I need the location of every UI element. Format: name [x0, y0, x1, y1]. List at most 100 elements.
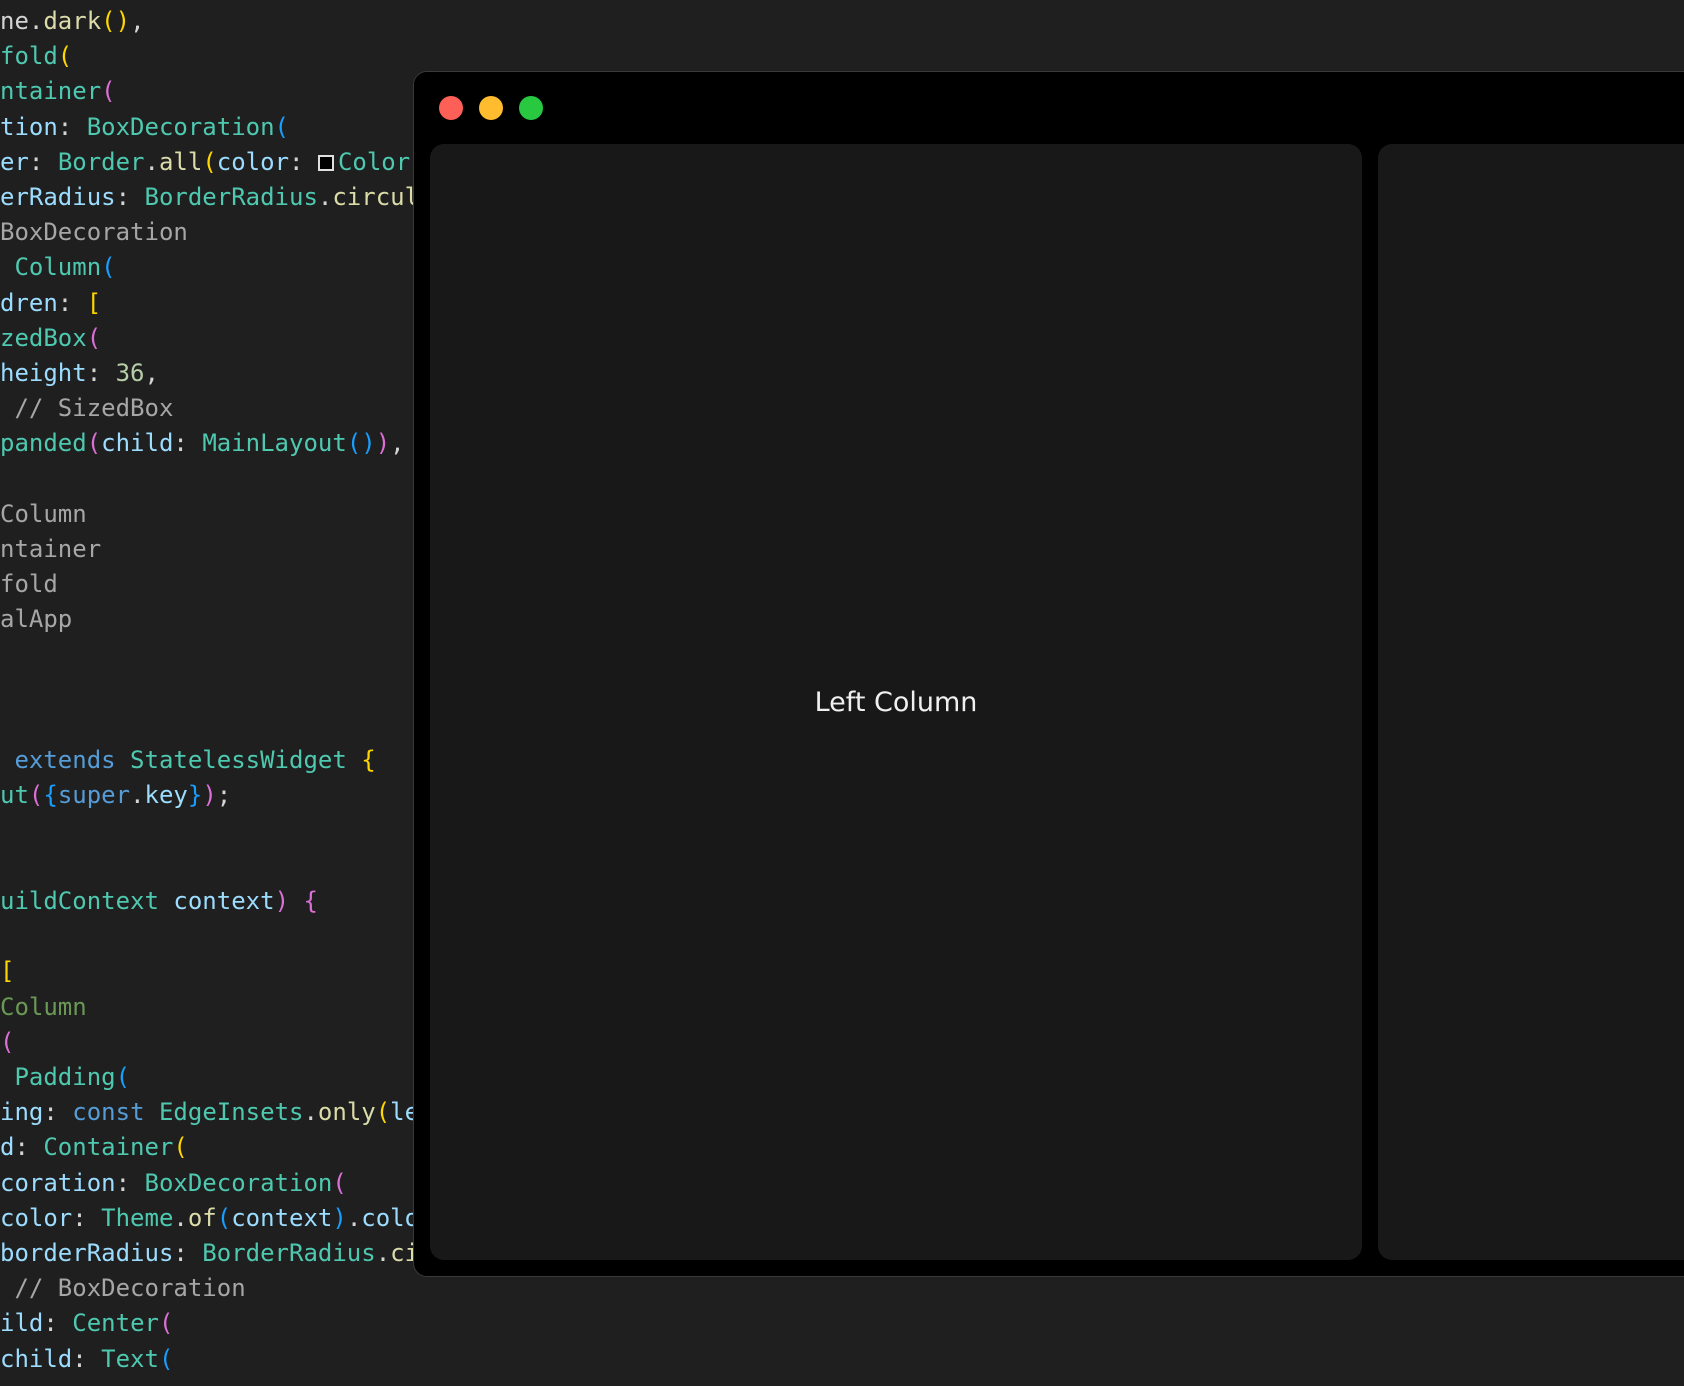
code-token: ()	[346, 429, 376, 458]
code-line: Column(	[0, 249, 116, 285]
code-line: tion: BoxDecoration(	[0, 109, 289, 145]
code-token: (	[57, 42, 73, 71]
code-token: dark	[43, 7, 102, 35]
left-column-panel: Left Column	[430, 144, 1362, 1260]
code-token: (	[274, 112, 289, 141]
code-token: .	[346, 1203, 362, 1232]
code-token: ut	[0, 781, 29, 810]
code-token: panded	[0, 429, 87, 458]
code-token: fold	[0, 570, 58, 599]
code-line: height: 36,	[0, 355, 159, 391]
code-token: :	[86, 359, 116, 387]
window-titlebar[interactable]	[414, 72, 1684, 144]
code-token: const	[72, 1098, 145, 1127]
code-token: color	[0, 1203, 73, 1232]
code-token: (	[375, 1098, 391, 1127]
code-token: .	[28, 7, 44, 35]
code-line: // SizedBox	[0, 390, 173, 426]
code-token: color	[216, 147, 290, 176]
code-token: context	[231, 1203, 333, 1232]
code-token: Column	[0, 992, 87, 1021]
code-token: ;	[216, 781, 232, 810]
code-token: .	[375, 1239, 391, 1267]
close-window-button[interactable]	[439, 96, 463, 120]
code-token: )	[202, 781, 217, 810]
code-token: Column	[0, 499, 87, 528]
code-token: ntainer	[0, 77, 102, 106]
code-line: ne.dark(),	[0, 3, 145, 39]
code-token: (	[115, 1063, 131, 1091]
code-token: :	[14, 1133, 44, 1162]
code-token: .	[130, 781, 145, 810]
code-token: (	[202, 147, 217, 176]
code-line: panded(child: MainLayout()),	[0, 425, 405, 461]
code-token: colo	[361, 1203, 420, 1232]
code-token: :	[43, 1098, 73, 1127]
code-token: :	[289, 147, 318, 176]
code-token: {	[43, 781, 58, 810]
code-token: StatelessWidget	[130, 746, 347, 775]
code-token: (	[216, 1203, 232, 1232]
code-line: alApp	[0, 601, 72, 637]
code-token: :	[173, 429, 203, 458]
code-token: BorderRadius	[202, 1239, 376, 1267]
code-token: Column	[0, 253, 102, 282]
minimize-window-button[interactable]	[479, 96, 503, 120]
code-token: Padding	[0, 1063, 116, 1091]
code-token: Container	[43, 1133, 174, 1162]
code-line: fold(	[0, 38, 72, 74]
color-swatch-icon[interactable]	[317, 154, 334, 171]
code-token: :	[173, 1239, 203, 1267]
code-token: .	[173, 1203, 188, 1232]
code-line: (	[0, 1024, 14, 1060]
code-token: )	[375, 429, 391, 458]
code-token: key	[144, 781, 188, 810]
code-token: :	[72, 1344, 102, 1373]
code-token: Theme	[101, 1203, 174, 1232]
code-token: (	[86, 429, 102, 458]
code-token: :	[72, 1203, 102, 1232]
code-token: zedBox	[0, 323, 87, 352]
right-column-panel	[1378, 144, 1684, 1260]
code-token: ne	[0, 7, 29, 35]
code-token: :	[115, 183, 145, 211]
code-token: er	[0, 147, 29, 176]
code-line: er: Border.all(color: Color	[0, 144, 410, 180]
code-line: fold	[0, 566, 58, 602]
code-line: ntainer(	[0, 73, 116, 109]
code-token: ,	[144, 359, 159, 387]
code-line: zedBox(	[0, 320, 101, 356]
code-token: only	[317, 1098, 376, 1127]
code-line: Column	[0, 496, 87, 532]
code-token: (	[0, 1027, 15, 1056]
code-token: ild	[0, 1309, 44, 1338]
code-token: .	[317, 183, 333, 211]
app-window: Left Column	[413, 71, 1684, 1277]
code-token: EdgeInsets	[158, 1098, 304, 1127]
maximize-window-button[interactable]	[519, 96, 543, 120]
code-line: color: Theme.of(context).colo	[0, 1200, 419, 1236]
code-token: }	[187, 781, 203, 810]
code-token: {	[346, 746, 376, 775]
right-column-label	[1378, 144, 1684, 1260]
code-token: MainLayout	[202, 429, 347, 458]
code-line: uildContext context) {	[0, 883, 318, 919]
code-token: {	[289, 887, 318, 915]
code-token: 36	[115, 359, 145, 387]
code-token: height	[0, 359, 87, 387]
code-token: Center	[72, 1309, 159, 1338]
code-token: :	[28, 147, 58, 176]
code-line: ntainer	[0, 531, 101, 567]
code-token: erRadius	[0, 183, 116, 211]
code-token: (	[101, 253, 116, 282]
code-line: child: Text(	[0, 1341, 173, 1377]
code-token: ntainer	[0, 535, 102, 563]
code-line: d: Container(	[0, 1129, 188, 1165]
code-line: ing: const EdgeInsets.only(le	[0, 1094, 419, 1130]
code-line: coration: BoxDecoration(	[0, 1165, 347, 1201]
code-token: Text	[101, 1344, 159, 1373]
code-token: ()	[101, 7, 131, 35]
